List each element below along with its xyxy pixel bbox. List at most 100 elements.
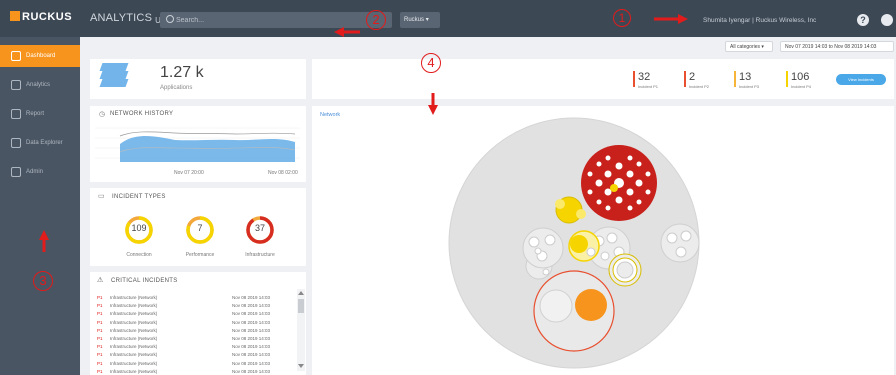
incident-row[interactable]: P1 Infrastructure (Network) Nov 08 2019 14… — [97, 360, 293, 368]
incident-type-label: Connection — [126, 252, 152, 258]
annotation-2: 2 — [366, 10, 386, 30]
incident-row[interactable]: P1 Infrastructure (Network) Nov 08 2019 14… — [97, 294, 293, 302]
incident-count-label: Incident P3 — [739, 84, 760, 89]
incident-types-icon: ▭ — [98, 193, 105, 200]
scope-label: Ruckus — [404, 17, 425, 23]
incident-row[interactable]: P1 Infrastructure (Network) Nov 08 2019 14… — [97, 343, 293, 351]
view-incidents-button[interactable]: View Incidents — [836, 74, 886, 85]
incident-row[interactable]: P1 Infrastructure (Network) Nov 08 2019 14… — [97, 368, 293, 375]
incident-name: Infrastructure (Network) — [110, 319, 158, 325]
incident-time: Nov 08 2019 14:03 — [232, 368, 271, 374]
ruckus-logo[interactable]: RUCKUS — [10, 11, 72, 23]
incident-row[interactable]: P1 Infrastructure (Network) Nov 08 2019 14… — [97, 327, 293, 335]
incident-count-value[interactable]: 106 — [791, 71, 809, 83]
sidebar-item-label: Data Explorer — [26, 140, 63, 146]
incident-time: Nov 08 2019 14:03 — [232, 360, 271, 366]
incident-count-value[interactable]: 13 — [739, 71, 751, 83]
scroll-down-icon[interactable] — [298, 364, 304, 368]
analytics-icon — [11, 80, 21, 90]
sidebar-item-report[interactable]: Report — [0, 103, 80, 125]
incident-type-label: Performance — [185, 252, 215, 258]
incident-severity: P1 — [97, 303, 103, 309]
search-icon — [166, 15, 174, 23]
annotation-4: 4 — [421, 53, 441, 73]
sidebar-item-dashboard[interactable]: Dashboard — [0, 45, 80, 67]
top-bar: RUCKUS ANALYTICSUS Ruckus ▾ Shumita Iyen… — [0, 0, 896, 37]
incident-type-value: 7 — [197, 223, 203, 233]
incident-type-value: 37 — [254, 223, 265, 233]
chevron-down-icon: ▾ — [761, 44, 764, 50]
sidebar-item-label: Dashboard — [26, 53, 56, 59]
history-tick-2: Nov 08 02:00 — [268, 170, 298, 176]
report-icon — [11, 109, 21, 119]
annotation-3: 3 — [33, 271, 53, 291]
incident-count-value[interactable]: 32 — [638, 71, 650, 83]
category-dropdown[interactable]: All categories ▾ — [725, 41, 773, 52]
incident-row[interactable]: P1 Infrastructure (Network) Nov 08 2019 14… — [97, 319, 293, 327]
scroll-up-icon[interactable] — [298, 291, 304, 295]
incident-type-label: Infrastructure — [245, 252, 275, 258]
logo-text: RUCKUS — [22, 11, 73, 23]
incident-time: Nov 08 2019 14:03 — [232, 327, 271, 333]
incident-count-marker — [786, 71, 788, 87]
sidebar-item-admin[interactable]: Admin — [0, 161, 80, 183]
network-bubble-chart — [448, 117, 700, 369]
incident-row[interactable]: P1 Infrastructure (Network) Nov 08 2019 14… — [97, 302, 293, 310]
incident-name: Infrastructure (Network) — [110, 368, 158, 374]
incident-count-label: Incident P2 — [689, 84, 710, 89]
incident-name: Infrastructure (Network) — [110, 336, 158, 341]
incident-row[interactable]: P1 Infrastructure (Network) Nov 08 2019 14… — [97, 310, 293, 318]
annotation-arrow-3 — [39, 230, 49, 252]
incident-severity: P1 — [97, 295, 103, 300]
sidebar-item-label: Report — [26, 111, 45, 117]
incident-count-marker — [684, 71, 686, 87]
incident-time: Nov 08 2019 14:03 — [232, 295, 271, 300]
account-icon[interactable] — [881, 14, 893, 26]
incident-severity: P1 — [97, 319, 103, 325]
scope-selector[interactable]: Ruckus ▾ — [400, 12, 440, 28]
warning-icon: ⚠ — [97, 277, 104, 284]
incident-row[interactable]: P1 Infrastructure (Network) Nov 08 2019 14… — [97, 351, 293, 359]
incident-time: Nov 08 2019 14:03 — [232, 311, 271, 317]
history-tick-1: Nov 07 20:00 — [174, 170, 204, 176]
incident-severity: P1 — [97, 360, 103, 366]
critical-incidents-title: CRITICAL INCIDENTS — [111, 278, 178, 284]
network-history-chart — [95, 127, 300, 162]
incident-count-value[interactable]: 2 — [689, 71, 695, 83]
annotation-arrow-1 — [654, 14, 688, 24]
daterange-label: Nov 07 2019 14:03 to Nov 08 2019 14:03 — [785, 44, 877, 50]
dashboard-icon — [11, 51, 21, 61]
history-icon: ◷ — [99, 111, 106, 118]
incident-severity: P1 — [97, 327, 103, 333]
annotation-arrow-2 — [334, 27, 360, 37]
logo-mark-icon — [10, 11, 20, 21]
incident-time: Nov 08 2019 14:03 — [232, 352, 271, 358]
incident-name: Infrastructure (Network) — [110, 303, 158, 309]
sidebar-item-label: Admin — [26, 169, 44, 175]
search-box[interactable] — [160, 12, 392, 28]
admin-icon — [11, 167, 21, 177]
incident-severity: P1 — [97, 368, 103, 374]
scroll-thumb[interactable] — [298, 299, 304, 313]
incident-time: Nov 08 2019 14:03 — [232, 344, 271, 350]
incident-time: Nov 08 2019 14:03 — [232, 303, 271, 309]
user-info[interactable]: Shumita Iyengar | Ruckus Wireless, Inc — [703, 17, 816, 24]
sidebar-item-analytics[interactable]: Analytics — [0, 74, 80, 96]
help-icon[interactable]: ? — [857, 14, 869, 26]
incident-count-label: Incident P4 — [791, 84, 812, 89]
incident-severity: P1 — [97, 344, 103, 350]
incidents-scrollbar[interactable] — [297, 289, 305, 371]
incident-severity: P1 — [97, 336, 103, 341]
data-explorer-icon — [11, 138, 21, 148]
app-root: RUCKUS ANALYTICSUS Ruckus ▾ Shumita Iyen… — [0, 0, 896, 375]
incident-row[interactable]: P1 Infrastructure (Network) Nov 08 2019 14… — [97, 335, 293, 343]
sidebar-item-data-explorer[interactable]: Data Explorer — [0, 132, 80, 154]
app-title: ANALYTICSUS — [90, 12, 167, 25]
search-input[interactable] — [176, 14, 376, 26]
daterange-picker[interactable]: Nov 07 2019 14:03 to Nov 08 2019 14:03 — [780, 41, 894, 52]
incident-name: Infrastructure (Network) — [110, 311, 158, 317]
network-history-title: NETWORK HISTORY — [110, 111, 174, 117]
category-label: All categories — [730, 44, 761, 50]
app-title-text: ANALYTICS — [90, 12, 153, 24]
incident-types-title: INCIDENT TYPES — [112, 194, 166, 200]
